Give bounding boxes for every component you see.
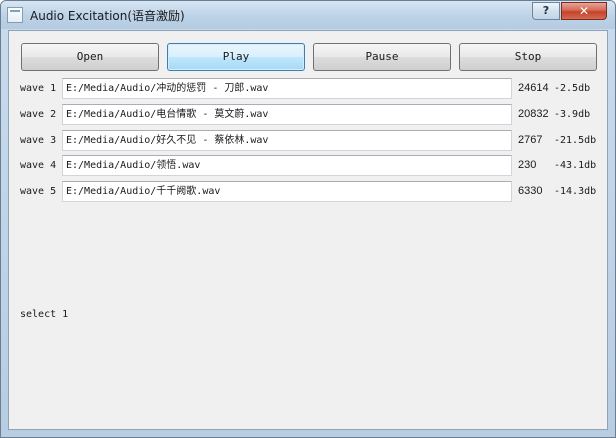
wave-4-db: -43.1db — [554, 160, 597, 171]
wave-1-value: 24614 — [518, 82, 549, 94]
wave-5-db: -14.3db — [554, 186, 597, 197]
close-icon: ✕ — [578, 4, 590, 18]
wave-4-value: 230 — [518, 159, 537, 171]
wave-2-db: -3.9db — [554, 109, 591, 120]
wave-3-label: wave 3 — [20, 135, 57, 146]
wave-5-path-field[interactable]: E:/Media/Audio/千千阙歌.wav — [62, 181, 512, 202]
wave-2-value: 20832 — [518, 108, 549, 120]
open-button[interactable]: Open — [21, 43, 159, 71]
play-button[interactable]: Play — [167, 43, 305, 71]
pause-button[interactable]: Pause — [313, 43, 451, 71]
title-bar[interactable]: Audio Excitation(语音激励) ? ✕ — [1, 1, 615, 29]
wave-5-value: 6330 — [518, 185, 543, 197]
stop-button[interactable]: Stop — [459, 43, 597, 71]
wave-3-path-field[interactable]: E:/Media/Audio/好久不见 - 蔡依林.wav — [62, 130, 512, 151]
help-button[interactable]: ? — [532, 2, 560, 20]
app-window: Audio Excitation(语音激励) ? ✕ Open Play Pau… — [0, 0, 616, 438]
wave-1-label: wave 1 — [20, 83, 57, 94]
help-icon: ? — [542, 4, 550, 17]
wave-4-path-field[interactable]: E:/Media/Audio/领悟.wav — [62, 155, 512, 176]
app-window-icon — [7, 7, 23, 23]
wave-3-db: -21.5db — [554, 135, 597, 146]
main-panel: Open Play Pause Stop wave 1 E:/Media/Aud… — [8, 30, 608, 430]
close-button[interactable]: ✕ — [561, 2, 607, 20]
wave-2-path-field[interactable]: E:/Media/Audio/电台情歌 - 莫文蔚.wav — [62, 104, 512, 125]
wave-3-value: 2767 — [518, 134, 543, 146]
wave-2-label: wave 2 — [20, 109, 57, 120]
wave-4-label: wave 4 — [20, 160, 57, 171]
status-text: select 1 — [20, 309, 69, 320]
wave-5-label: wave 5 — [20, 186, 57, 197]
window-title: Audio Excitation(语音激励) — [30, 9, 185, 23]
wave-1-path-field[interactable]: E:/Media/Audio/冲动的惩罚 - 刀郎.wav — [62, 78, 512, 99]
wave-1-db: -2.5db — [554, 83, 591, 94]
